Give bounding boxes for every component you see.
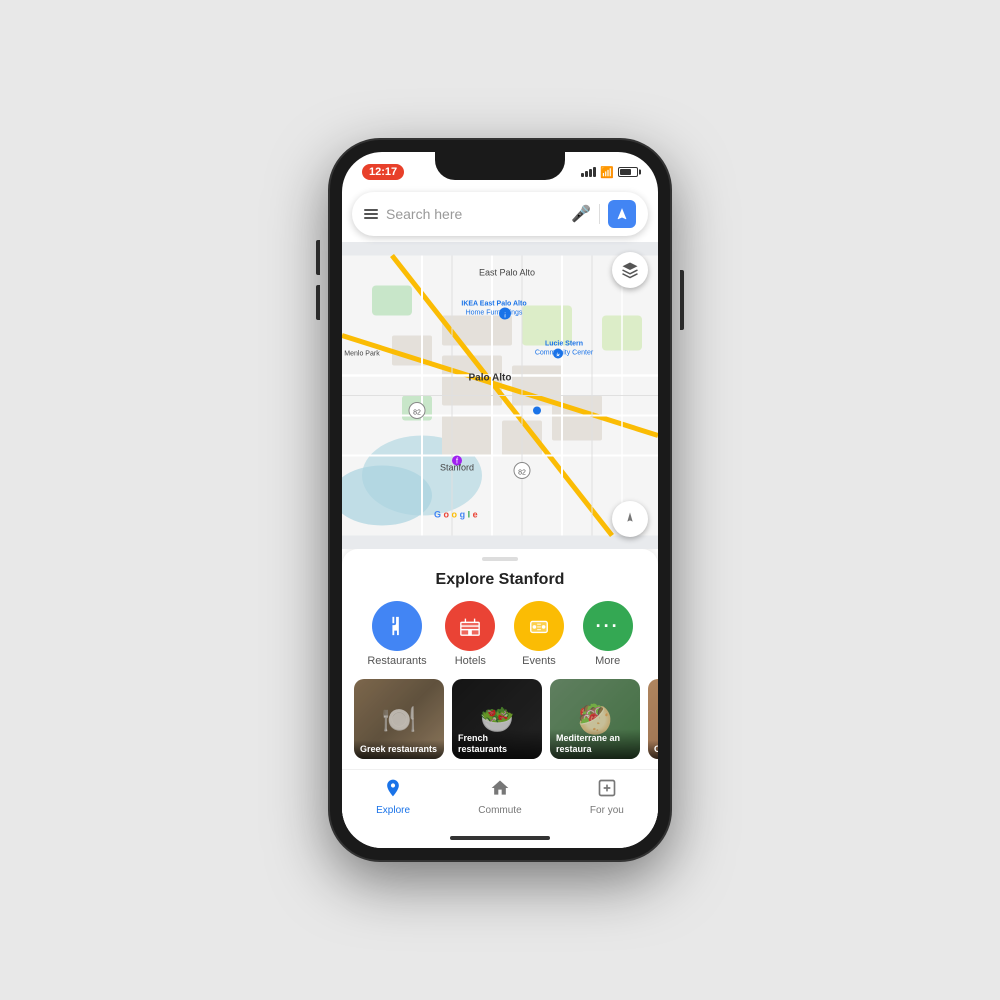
notch [435,152,565,180]
card-label-french: French restaurants [452,729,542,759]
more-label: More [595,655,620,667]
svg-text:82: 82 [413,410,421,417]
card-french[interactable]: 🥗 French restaurants [452,679,542,759]
card-label-med: Mediterrane an restaura [550,729,640,759]
more-icon: ··· [583,601,633,651]
restaurant-cards: 🍽️ Greek restaurants 🥗 French restaurant… [342,679,658,759]
restaurants-label: Restaurants [367,655,426,667]
nav-for-you[interactable]: For you [590,778,624,816]
category-restaurants[interactable]: Restaurants [367,601,426,667]
volume-down-button[interactable] [316,285,320,320]
svg-text:Palo Alto: Palo Alto [469,373,512,384]
wifi-icon: 📶 [600,166,614,179]
hotels-icon [445,601,495,651]
svg-text:Menlo Park: Menlo Park [344,351,380,358]
svg-text:Stanford: Stanford [440,463,474,473]
events-icon [514,601,564,651]
directions-icon[interactable] [608,200,636,228]
card-outdoor[interactable]: 🍷 Out dini [648,679,658,759]
phone-screen: 12:17 📶 Search here [342,152,658,848]
volume-up-button[interactable] [316,240,320,275]
map-area[interactable]: 82 82 i ★ f East Palo Alto Palo Alto Men… [342,242,658,549]
explore-title: Explore Stanford [342,571,658,589]
map-layers-button[interactable] [612,252,648,288]
card-greek[interactable]: 🍽️ Greek restaurants [354,679,444,759]
svg-text:East Palo Alto: East Palo Alto [479,268,535,278]
svg-text:Community Center: Community Center [535,350,594,357]
nav-explore[interactable]: Explore [376,778,410,816]
commute-nav-label: Commute [478,805,521,816]
for-you-icon [597,778,617,803]
signal-icon [581,167,596,177]
status-icons: 📶 [581,166,638,179]
location-button[interactable] [612,501,648,537]
svg-text:Home Furnishings: Home Furnishings [466,310,523,317]
battery-icon [618,167,638,177]
menu-icon[interactable] [364,209,378,219]
bottom-panel: Explore Stanford Restaurants [342,549,658,828]
svg-text:82: 82 [518,470,526,477]
search-bar[interactable]: Search here 🎤 [352,192,648,236]
home-bar [450,836,550,840]
events-label: Events [522,655,556,667]
card-label-greek: Greek restaurants [354,740,444,759]
commute-icon [490,778,510,803]
status-time: 12:17 [362,164,404,180]
home-indicator [342,828,658,848]
svg-text:Lucie Stern: Lucie Stern [545,341,583,348]
search-input[interactable]: Search here [386,206,563,222]
hotels-label: Hotels [455,655,486,667]
microphone-icon[interactable]: 🎤 [571,204,591,224]
card-med[interactable]: 🥙 Mediterrane an restaura [550,679,640,759]
bottom-nav: Explore Commute [342,769,658,828]
divider [599,204,600,224]
explore-nav-label: Explore [376,805,410,816]
category-hotels[interactable]: Hotels [445,601,495,667]
category-more[interactable]: ··· More [583,601,633,667]
phone-frame: 12:17 📶 Search here [330,140,670,860]
explore-icon [383,778,403,803]
nav-commute[interactable]: Commute [478,778,521,816]
card-label-outdoor: Out dini [648,740,658,759]
panel-handle [482,557,518,561]
power-button[interactable] [680,270,684,330]
svg-text:IKEA East Palo Alto: IKEA East Palo Alto [461,301,526,308]
for-you-nav-label: For you [590,805,624,816]
restaurants-icon [372,601,422,651]
category-events[interactable]: Events [514,601,564,667]
category-row: Restaurants Hotels [342,601,658,667]
svg-text:G o o: G o o g l e [434,510,478,520]
